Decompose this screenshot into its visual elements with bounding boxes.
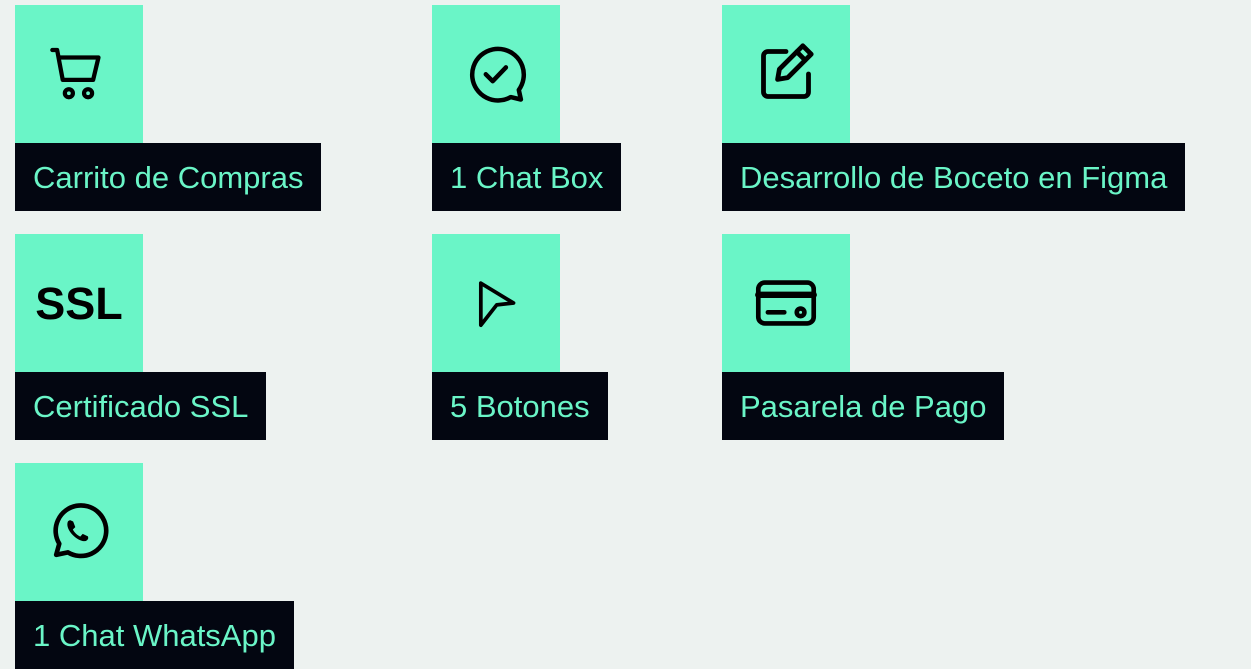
- feature-icon-tile: [432, 5, 560, 143]
- feature-icon-tile: [15, 5, 143, 143]
- whatsapp-icon: [53, 503, 109, 559]
- feature-icon-tile: [15, 463, 143, 601]
- feature-label-text: Carrito de Compras: [33, 159, 304, 195]
- feature-label-text: Pasarela de Pago: [740, 388, 987, 424]
- ssl-icon: SSL: [35, 277, 123, 329]
- feature-label-text: Certificado SSL: [33, 388, 249, 424]
- feature-label: 5 Botones: [432, 372, 608, 440]
- chat-check-icon: [469, 46, 527, 103]
- feature-label: Carrito de Compras: [15, 143, 322, 211]
- feature-label-text: 5 Botones: [450, 388, 590, 424]
- edit-icon: [761, 43, 814, 99]
- feature-label-text: Desarrollo de Boceto en Figma: [740, 159, 1168, 195]
- feature-label: Desarrollo de Boceto en Figma: [722, 143, 1186, 211]
- feature-icon-tile: [722, 234, 850, 372]
- feature-label-text: 1 Chat WhatsApp: [33, 617, 276, 653]
- feature-icon-tile: [722, 5, 850, 143]
- credit-card-icon: [755, 280, 817, 326]
- feature-label: Certificado SSL: [15, 372, 267, 440]
- feature-label: 1 Chat Box: [432, 143, 622, 211]
- cursor-icon: [478, 281, 516, 328]
- feature-icon-tile: SSL: [15, 234, 143, 372]
- feature-icon-tile: [432, 234, 560, 372]
- feature-label: Pasarela de Pago: [722, 372, 1005, 440]
- feature-label: 1 Chat WhatsApp: [15, 601, 294, 669]
- feature-label-text: 1 Chat Box: [450, 159, 604, 195]
- shopping-cart-icon: [50, 47, 101, 100]
